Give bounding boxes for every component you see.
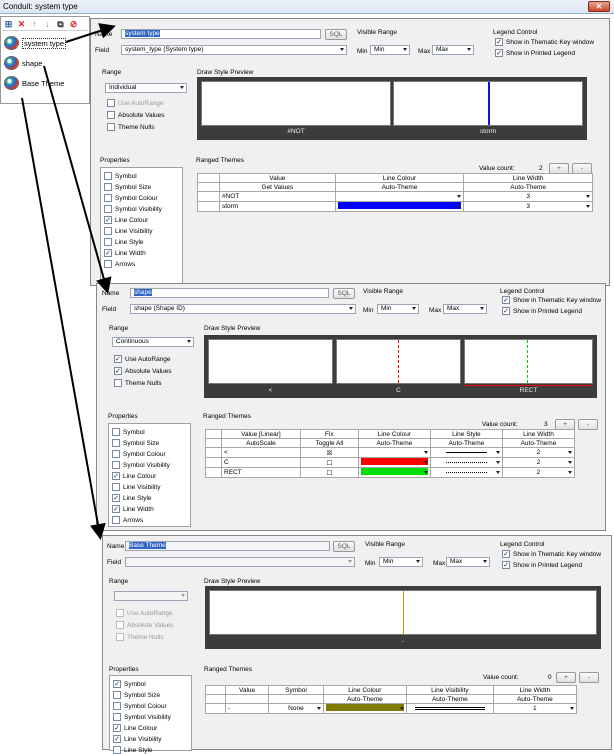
arrow-base-theme	[21, 97, 106, 540]
annotation-arrows	[21, 23, 116, 540]
arrow-system-type	[65, 23, 116, 43]
arrow-shape	[43, 65, 112, 294]
